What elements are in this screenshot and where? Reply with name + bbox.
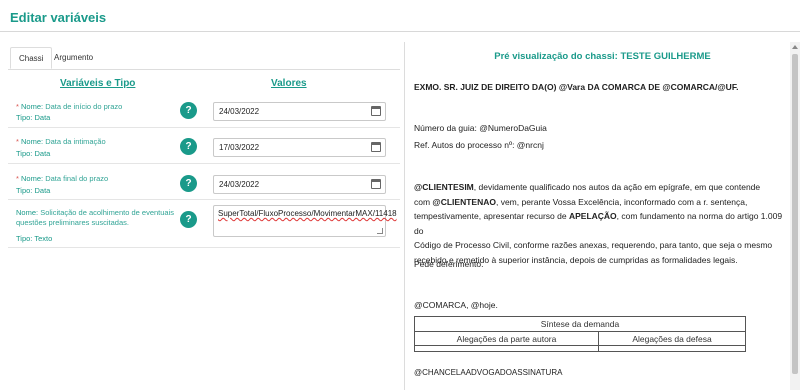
bold-token: APELAÇÃO xyxy=(568,211,617,221)
place-date-line: @COMARCA, @hoje. xyxy=(414,300,498,310)
type-key: Tipo: xyxy=(16,149,33,158)
text-value-input[interactable]: SuperTotal/FluxoProcesso/MovimentarMAX/1… xyxy=(213,205,397,237)
variable-row: * Nome: Data da intimação Tipo: Data ? 1… xyxy=(8,128,400,164)
paragraph-line: com @CLIENTENAO, vem, perante Vossa Exce… xyxy=(414,195,792,210)
bold-token: @CLIENTENAO xyxy=(432,196,496,207)
variable-row: * Nome: Data de início do prazo Tipo: Da… xyxy=(8,94,400,128)
table-header-cell: Alegações da parte autora xyxy=(413,331,600,346)
variable-name: Data da intimação xyxy=(45,137,106,146)
table-header-cell: Alegações da defesa xyxy=(598,331,746,346)
preview-scrollbar[interactable] xyxy=(790,42,800,390)
date-input[interactable]: 24/03/2022 xyxy=(213,102,386,121)
date-value: 24/03/2022 xyxy=(219,180,260,189)
variable-type: Data xyxy=(34,113,51,122)
paragraph-line: tempestivamente, apresentar recurso de A… xyxy=(414,209,792,238)
type-key: Tipo: xyxy=(16,234,33,243)
variable-row: * Nome: Data final do prazo Tipo: Data ?… xyxy=(8,164,400,200)
variable-type-label: Tipo: Texto xyxy=(16,234,52,243)
line-text: , devidamente qualificado nos autos da a… xyxy=(473,182,761,192)
calendar-icon[interactable] xyxy=(371,179,381,189)
table-title-row: Síntese da demanda xyxy=(414,316,746,332)
date-input[interactable]: 17/03/2022 xyxy=(213,138,386,157)
variable-name-label: Nome: Solicitação de acolhimento de even… xyxy=(16,208,176,228)
required-mark: * xyxy=(16,174,19,183)
variable-type-label: Tipo: Data xyxy=(16,186,50,195)
required-mark: * xyxy=(16,102,19,111)
document-header: EXMO. SR. JUIZ DE DIREITO DA(O) @Vara DA… xyxy=(414,82,739,92)
closing-line: Pede deferimento. xyxy=(414,259,484,269)
paragraph-line: @CLIENTESIM, devidamente qualificado nos… xyxy=(414,180,792,195)
name-key: Nome: xyxy=(21,102,44,111)
type-key: Tipo: xyxy=(16,186,33,195)
help-icon[interactable]: ? xyxy=(180,102,197,119)
variable-name-label: * Nome: Data final do prazo xyxy=(16,174,108,184)
preview-title: Pré visualização do chassi: TESTE GUILHE… xyxy=(494,51,711,62)
variable-type-label: Tipo: Data xyxy=(16,149,50,158)
variable-name: Data de início do prazo xyxy=(45,102,123,111)
table-row xyxy=(413,345,746,352)
help-icon[interactable]: ? xyxy=(180,211,197,228)
table-title: Síntese da demanda xyxy=(414,316,746,332)
variable-type: Texto xyxy=(34,234,53,243)
tab-bar: Chassi Argumento xyxy=(8,42,400,70)
title-divider xyxy=(0,31,800,32)
help-icon[interactable]: ? xyxy=(180,175,197,192)
line-text: tempestivamente, apresentar recurso de xyxy=(414,211,569,221)
text-value: SuperTotal/FluxoProcesso/MovimentarMAX/1… xyxy=(218,209,397,218)
guide-number: Número da guia: @NumeroDaGuia xyxy=(414,123,547,133)
calendar-icon[interactable] xyxy=(371,106,381,116)
bold-token: @CLIENTESIM xyxy=(414,182,474,192)
variables-panel: Chassi Argumento Variáveis e Tipo Valore… xyxy=(8,42,400,390)
variable-name-label: * Nome: Data da intimação xyxy=(16,137,106,147)
help-icon[interactable]: ? xyxy=(180,138,197,155)
variable-name-label: * Nome: Data de início do prazo xyxy=(16,102,122,112)
process-reference: Ref. Autos do processo nº: @nrcnj xyxy=(414,140,544,150)
table-cell xyxy=(413,345,600,352)
variable-type: Data xyxy=(34,149,51,158)
date-value: 24/03/2022 xyxy=(219,107,260,116)
line-text: com xyxy=(414,196,433,207)
required-mark: * xyxy=(16,137,19,146)
document-paragraph: @CLIENTESIM, devidamente qualificado nos… xyxy=(414,180,792,267)
name-key: Nome: xyxy=(21,174,44,183)
synthesis-table: Síntese da demanda Alegações da parte au… xyxy=(413,316,746,352)
page-title: Editar variáveis xyxy=(10,10,107,25)
variable-type: Data xyxy=(34,186,51,195)
date-value: 17/03/2022 xyxy=(219,143,260,152)
column-header-values: Valores xyxy=(271,78,307,89)
table-cell xyxy=(598,345,746,352)
scroll-up-icon[interactable] xyxy=(792,45,798,49)
variable-name: Solicitação de acolhimento de eventuais … xyxy=(16,208,175,227)
table-header-row: Alegações da parte autora Alegações da d… xyxy=(413,331,746,346)
scroll-thumb[interactable] xyxy=(792,54,798,374)
calendar-icon[interactable] xyxy=(371,142,381,152)
type-key: Tipo: xyxy=(16,113,33,122)
name-key: Nome: xyxy=(16,208,39,217)
signature-line: @CHANCELAADVOGADOASSINATURA xyxy=(414,368,563,377)
line-text: , vem, perante Vossa Excelência, inconfo… xyxy=(495,196,748,207)
variable-name: Data final do prazo xyxy=(45,174,109,183)
variable-row: Nome: Solicitação de acolhimento de even… xyxy=(8,200,400,248)
date-input[interactable]: 24/03/2022 xyxy=(213,175,386,194)
column-header-variables: Variáveis e Tipo xyxy=(60,78,136,89)
resize-handle-icon[interactable] xyxy=(377,228,383,234)
name-key: Nome: xyxy=(21,137,44,146)
preview-panel: Pré visualização do chassi: TESTE GUILHE… xyxy=(405,42,800,390)
tab-argumento[interactable]: Argumento xyxy=(46,47,101,69)
variable-type-label: Tipo: Data xyxy=(16,113,50,122)
paragraph-line: Código de Processo Civil, conforme razõe… xyxy=(414,240,773,250)
